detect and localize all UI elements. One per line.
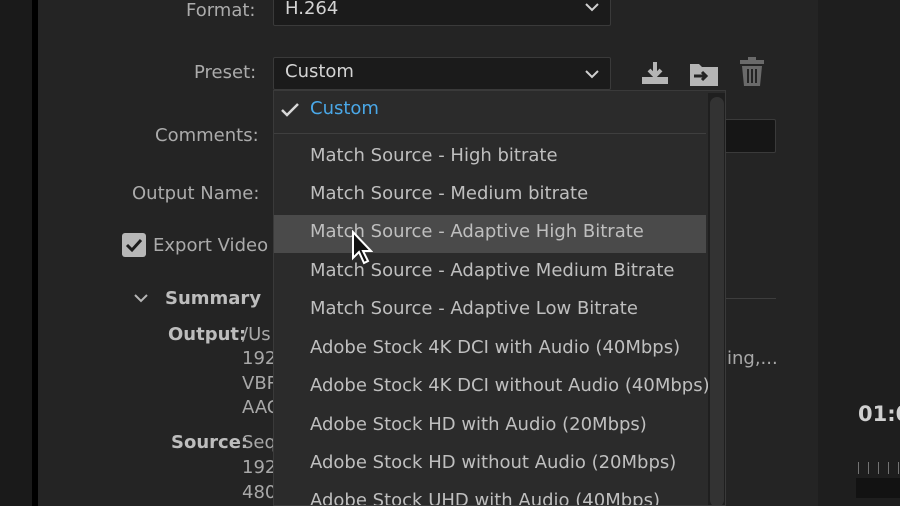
mouse-cursor-icon bbox=[352, 230, 373, 265]
menu-item-custom[interactable]: Custom bbox=[274, 92, 706, 130]
summary-title: Summary bbox=[165, 288, 262, 309]
checkmark-icon bbox=[281, 103, 299, 117]
chevron-down-icon[interactable] bbox=[133, 292, 149, 304]
format-label: Format: bbox=[186, 0, 256, 21]
preset-value: Custom bbox=[285, 61, 354, 82]
output-name-label: Output Name: bbox=[132, 183, 260, 204]
timeline-strip[interactable] bbox=[856, 478, 900, 498]
preset-label: Preset: bbox=[194, 62, 257, 83]
chevron-down-icon bbox=[585, 3, 599, 12]
menu-item[interactable]: Match Source - High bitrate bbox=[274, 139, 706, 177]
output-truncated-text: ing,... bbox=[727, 348, 778, 369]
menu-item[interactable]: Adobe Stock UHD with Audio (40Mbps) bbox=[274, 484, 706, 506]
output-line: 192 bbox=[242, 348, 277, 369]
timeline-ruler bbox=[858, 462, 900, 474]
menu-item[interactable]: Match Source - Adaptive Medium Bitrate bbox=[274, 254, 706, 292]
export-video-checkbox[interactable] bbox=[122, 233, 146, 257]
preset-dropdown-menu: Custom Match Source - High bitrate Match… bbox=[273, 90, 726, 506]
source-line: 480 bbox=[242, 482, 277, 503]
chevron-down-icon bbox=[585, 70, 599, 79]
export-video-label: Export Video bbox=[153, 235, 269, 256]
download-icon[interactable] bbox=[640, 60, 670, 86]
timecode: 01:0 bbox=[858, 402, 900, 426]
menu-item[interactable]: Adobe Stock HD with Audio (20Mbps) bbox=[274, 408, 706, 446]
menu-item[interactable]: Match Source - Adaptive Low Bitrate bbox=[274, 292, 706, 330]
source-line: 192 bbox=[242, 457, 277, 478]
import-folder-icon[interactable] bbox=[688, 60, 720, 88]
source-label: Source: bbox=[171, 432, 249, 453]
menu-item-label: Custom bbox=[310, 98, 379, 119]
trash-icon[interactable] bbox=[738, 57, 766, 87]
checkmark-icon bbox=[125, 238, 143, 253]
menu-item-label: Match Source - Medium bitrate bbox=[310, 183, 589, 204]
menu-item[interactable]: Adobe Stock 4K DCI with Audio (40Mbps) bbox=[274, 331, 706, 369]
preset-select[interactable]: Custom bbox=[273, 57, 611, 90]
menu-item-label: Match Source - High bitrate bbox=[310, 145, 558, 166]
menu-item[interactable]: Adobe Stock 4K DCI without Audio (40Mbps… bbox=[274, 369, 710, 407]
scrollbar-thumb[interactable] bbox=[710, 97, 724, 505]
source-value: Seq bbox=[242, 432, 276, 453]
menu-item-label: Adobe Stock 4K DCI with Audio (40Mbps) bbox=[310, 337, 681, 358]
menu-item[interactable]: Match Source - Medium bitrate bbox=[274, 177, 706, 215]
menu-item-hovered[interactable]: Match Source - Adaptive High Bitrate bbox=[274, 215, 706, 253]
format-select[interactable]: H.264 bbox=[273, 0, 611, 26]
menu-item-label: Adobe Stock 4K DCI without Audio (40Mbps… bbox=[310, 375, 710, 396]
menu-item-label: Adobe Stock HD with Audio (20Mbps) bbox=[310, 414, 647, 435]
right-preview-panel bbox=[818, 0, 900, 506]
menu-item-label: Match Source - Adaptive Low Bitrate bbox=[310, 298, 638, 319]
format-value: H.264 bbox=[285, 0, 339, 19]
menu-divider bbox=[274, 133, 706, 134]
menu-item-label: Adobe Stock UHD with Audio (40Mbps) bbox=[310, 490, 660, 506]
output-label: Output: bbox=[168, 324, 247, 345]
left-edge bbox=[0, 0, 32, 506]
menu-item[interactable]: Adobe Stock HD without Audio (20Mbps) bbox=[274, 446, 706, 484]
output-path: /Us bbox=[242, 324, 271, 345]
menu-item-label: Adobe Stock HD without Audio (20Mbps) bbox=[310, 452, 677, 473]
comments-label: Comments: bbox=[155, 125, 259, 146]
